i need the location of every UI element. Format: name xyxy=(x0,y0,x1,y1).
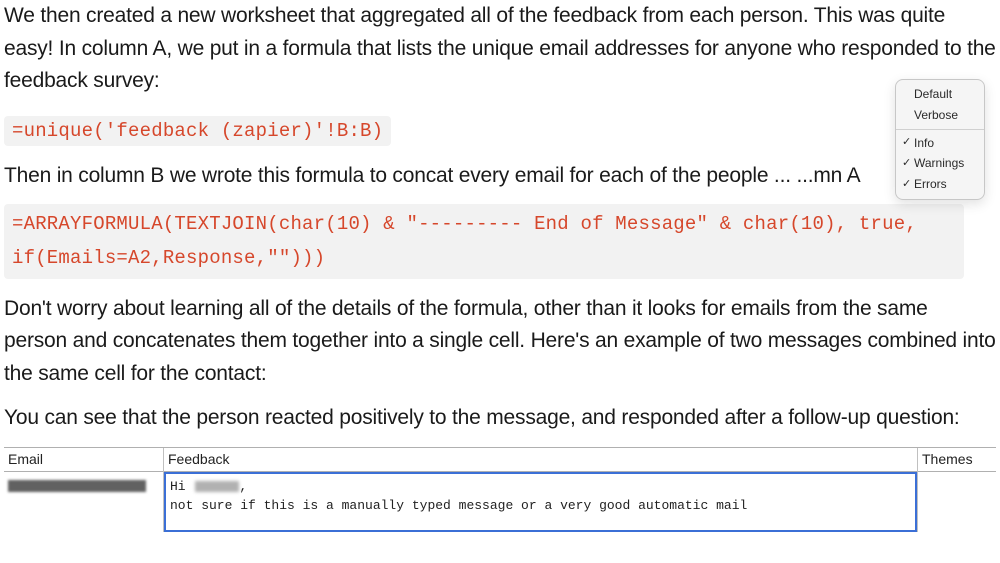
paragraph-intro: We then created a new worksheet that agg… xyxy=(4,0,996,98)
cell-themes xyxy=(918,472,996,482)
greeting-suffix: , xyxy=(239,479,247,494)
menu-item-info[interactable]: ✓ Info xyxy=(896,133,984,154)
code-formula-arrayformula: =ARRAYFORMULA(TEXTJOIN(char(10) & "-----… xyxy=(4,204,964,279)
code-line-1: =ARRAYFORMULA(TEXTJOIN(char(10) & "-----… xyxy=(12,208,956,240)
verbosity-menu[interactable]: Default Verbose ✓ Info ✓ Warnings ✓ Erro… xyxy=(895,79,985,200)
header-feedback: Feedback xyxy=(164,448,917,472)
menu-label-warnings: Warnings xyxy=(914,155,964,172)
paragraph-explain: Don't worry about learning all of the de… xyxy=(4,293,996,391)
menu-item-errors[interactable]: ✓ Errors xyxy=(896,174,984,195)
check-icon: ✓ xyxy=(902,177,914,192)
menu-item-warnings[interactable]: ✓ Warnings xyxy=(896,153,984,174)
menu-label-verbose: Verbose xyxy=(914,107,958,124)
column-themes: Themes xyxy=(918,448,996,532)
cell-email xyxy=(4,472,163,505)
check-icon: ✓ xyxy=(902,135,914,150)
menu-item-default[interactable]: Default xyxy=(896,84,984,105)
column-email: Email xyxy=(4,448,164,532)
menu-item-verbose[interactable]: Verbose xyxy=(896,105,984,126)
redacted-email xyxy=(8,480,146,492)
greeting-prefix: Hi xyxy=(170,479,193,494)
feedback-table: Email Feedback Hi , not sure if this is … xyxy=(4,447,996,532)
paragraph-column-b: Then in column B we wrote this formula t… xyxy=(4,160,996,193)
header-themes: Themes xyxy=(918,448,996,472)
redacted-name xyxy=(195,481,239,492)
paragraph-reaction: You can see that the person reacted posi… xyxy=(4,402,996,435)
code-formula-unique: =unique('feedback (zapier)'!B:B) xyxy=(4,116,391,146)
column-feedback: Feedback Hi , not sure if this is a manu… xyxy=(164,448,918,532)
header-email: Email xyxy=(4,448,163,472)
check-icon: ✓ xyxy=(902,156,914,171)
menu-label-info: Info xyxy=(914,135,934,152)
cell-feedback-selected[interactable]: Hi , not sure if this is a manually type… xyxy=(164,472,917,532)
code-line-2: if(Emails=A2,Response,""))) xyxy=(12,242,956,274)
feedback-greeting: Hi , xyxy=(170,478,909,497)
menu-separator xyxy=(896,129,984,130)
menu-label-default: Default xyxy=(914,86,952,103)
feedback-line-2: not sure if this is a manually typed mes… xyxy=(170,497,909,516)
menu-label-errors: Errors xyxy=(914,176,947,193)
